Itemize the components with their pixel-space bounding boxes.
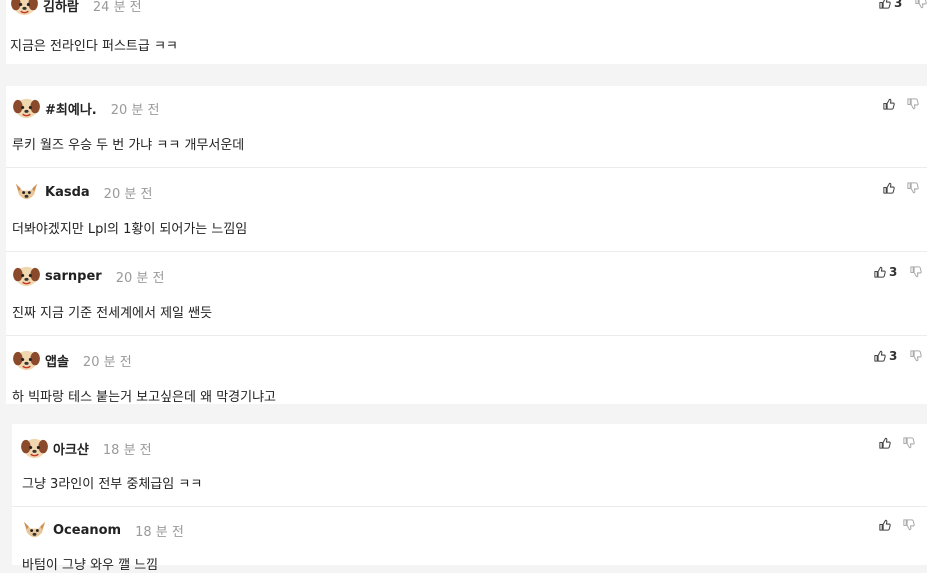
reply-author[interactable]: 아크샨 [53, 439, 89, 458]
dog-avatar-icon[interactable] [12, 97, 41, 120]
like-count: 3 [889, 265, 898, 279]
divider [6, 251, 927, 252]
thumbs-up-icon[interactable] [878, 518, 892, 532]
reply-header: 아크샨 18 분 전 [20, 437, 152, 460]
fox-avatar-icon[interactable] [20, 519, 49, 542]
dog-avatar-icon[interactable] [12, 265, 41, 288]
thumbs-up-icon[interactable] [878, 0, 892, 10]
thumbs-up-icon[interactable] [873, 265, 887, 279]
comment-text: 하 빅파랑 테스 붙는거 보고싶은데 왜 막경기냐고 [12, 390, 276, 405]
comment-card-top [6, 0, 927, 64]
comment-header: sarnper 20 분 전 [12, 265, 164, 288]
thumbs-down-icon[interactable] [906, 97, 920, 111]
comment-text: 진짜 지금 기준 전세계에서 제일 쌘듯 [12, 306, 213, 321]
comment-time: 20 분 전 [115, 271, 165, 286]
comment-header: 김하람 24 분 전 [10, 0, 142, 17]
vote-controls [878, 518, 916, 532]
thumbs-down-icon[interactable] [902, 518, 916, 532]
vote-controls [878, 436, 916, 450]
fox-avatar-icon[interactable] [12, 181, 41, 204]
comment-text: 지금은 전라인다 퍼스트급 ㅋㅋ [10, 39, 178, 54]
thumbs-down-icon[interactable] [909, 349, 923, 363]
vote-controls: 3 [873, 265, 923, 279]
divider [6, 335, 927, 336]
comment-author[interactable]: 앱솔 [45, 351, 69, 370]
dog-avatar-icon[interactable] [10, 0, 39, 17]
comment-author[interactable]: sarnper [45, 269, 102, 284]
reply-text: 그냥 3라인이 전부 중체급임 ㅋㅋ [22, 477, 203, 492]
comment-time: 24 분 전 [92, 0, 142, 15]
comment-time: 20 분 전 [110, 103, 160, 118]
comment-author[interactable]: 김하람 [43, 0, 79, 15]
divider [6, 167, 927, 168]
thumbs-up-icon[interactable] [882, 181, 896, 195]
comment-author[interactable]: #최예나. [45, 99, 97, 118]
divider [12, 506, 927, 507]
vote-controls: 3 [878, 0, 927, 10]
dog-avatar-icon[interactable] [12, 349, 41, 372]
thumbs-up-icon[interactable] [878, 436, 892, 450]
thumbs-up-icon[interactable] [873, 349, 887, 363]
thumbs-down-icon[interactable] [906, 181, 920, 195]
like-count: 3 [894, 0, 903, 10]
thumbs-down-icon[interactable] [914, 0, 927, 10]
comment-header: Kasda 20 분 전 [12, 181, 152, 204]
reply-author[interactable]: Oceanom [53, 523, 121, 538]
comment-header: 앱솔 20 분 전 [12, 349, 132, 372]
reply-time: 18 분 전 [102, 443, 152, 458]
comment-author[interactable]: Kasda [45, 185, 90, 200]
comment-text: 더봐야겠지만 Lpl의 1황이 되어가는 느낌임 [12, 222, 248, 237]
comment-time: 20 분 전 [82, 355, 132, 370]
reply-text: 바텀이 그냥 와우 깰 느낌 [22, 558, 159, 573]
comment-text: 루키 월즈 우승 두 번 가냐 ㅋㅋ 개무서운데 [12, 138, 245, 153]
reply-time: 18 분 전 [135, 525, 184, 540]
reply-header: Oceanom 18 분 전 [20, 519, 184, 542]
vote-controls [882, 181, 920, 195]
vote-controls [882, 97, 920, 111]
comment-time: 20 분 전 [103, 187, 153, 202]
comment-header: #최예나. 20 분 전 [12, 97, 159, 120]
vote-controls: 3 [873, 349, 923, 363]
dog-avatar-icon[interactable] [20, 437, 49, 460]
like-count: 3 [889, 349, 898, 363]
thumbs-up-icon[interactable] [882, 97, 896, 111]
thumbs-down-icon[interactable] [909, 265, 923, 279]
thumbs-down-icon[interactable] [902, 436, 916, 450]
